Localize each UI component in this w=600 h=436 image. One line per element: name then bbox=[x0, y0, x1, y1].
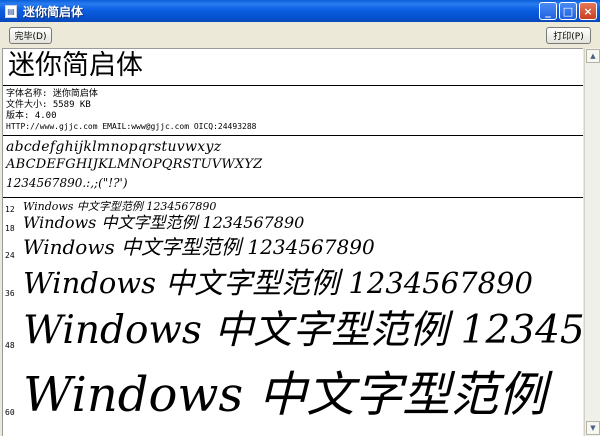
sample-48pt: Windows 中文字型范例 123456 bbox=[23, 308, 583, 353]
sample-12pt: Windows 中文字型范例 1234567890 bbox=[23, 200, 217, 213]
window-controls: _ □ × bbox=[539, 2, 597, 20]
title-bar[interactable]: ▤ 迷你简启体 _ □ × bbox=[0, 0, 600, 22]
digits-sample: 1234567890.:,;("!?') bbox=[6, 176, 128, 190]
sample-18pt: Windows 中文字型范例 1234567890 bbox=[23, 213, 305, 232]
toolbar: 完毕(D) 打印(P) bbox=[0, 22, 600, 48]
scroll-down-icon[interactable]: ▼ bbox=[586, 421, 600, 435]
contact-info: HTTP://www.gjjc.com EMAIL:www@gjjc.com O… bbox=[6, 122, 257, 131]
divider bbox=[3, 135, 583, 136]
file-size-info: 文件大小: 5589 KB bbox=[6, 100, 91, 110]
font-preview-area: 迷你简启体 字体名称: 迷你简启体 文件大小: 5589 KB 版本: 4.00… bbox=[2, 48, 583, 436]
font-name-heading: 迷你简启体 bbox=[8, 50, 143, 81]
sample-60pt: Windows 中文字型范例 bbox=[23, 367, 547, 423]
divider bbox=[3, 85, 583, 86]
size-label-48: 48 bbox=[5, 341, 15, 350]
lowercase-sample: abcdefghijklmnopqrstuvwxyz bbox=[6, 139, 222, 155]
sample-36pt: Windows 中文字型范例 1234567890 bbox=[23, 266, 533, 300]
close-button[interactable]: × bbox=[579, 2, 597, 20]
maximize-button[interactable]: □ bbox=[559, 2, 577, 20]
font-preview-window: ▤ 迷你简启体 _ □ × 完毕(D) 打印(P) 迷你简启体 字体名称: 迷你… bbox=[0, 0, 600, 436]
done-button[interactable]: 完毕(D) bbox=[9, 27, 52, 44]
uppercase-sample: ABCDEFGHIJKLMNOPQRSTUVWXYZ bbox=[6, 157, 263, 172]
minimize-button[interactable]: _ bbox=[539, 2, 557, 20]
sample-24pt: Windows 中文字型范例 1234567890 bbox=[23, 235, 375, 259]
divider bbox=[3, 197, 583, 198]
scroll-up-icon[interactable]: ▲ bbox=[586, 49, 600, 63]
document-icon: ▤ bbox=[5, 4, 17, 18]
size-label-18: 18 bbox=[5, 224, 15, 233]
vertical-scrollbar[interactable]: ▲ ▼ bbox=[584, 48, 600, 436]
print-button[interactable]: 打印(P) bbox=[546, 27, 591, 44]
version-info: 版本: 4.00 bbox=[6, 111, 57, 121]
size-label-60: 60 bbox=[5, 408, 15, 417]
font-name-info: 字体名称: 迷你简启体 bbox=[6, 89, 98, 99]
window-title: 迷你简启体 bbox=[23, 4, 84, 19]
size-label-36: 36 bbox=[5, 289, 15, 298]
size-label-24: 24 bbox=[5, 251, 15, 260]
size-label-12: 12 bbox=[5, 205, 15, 214]
